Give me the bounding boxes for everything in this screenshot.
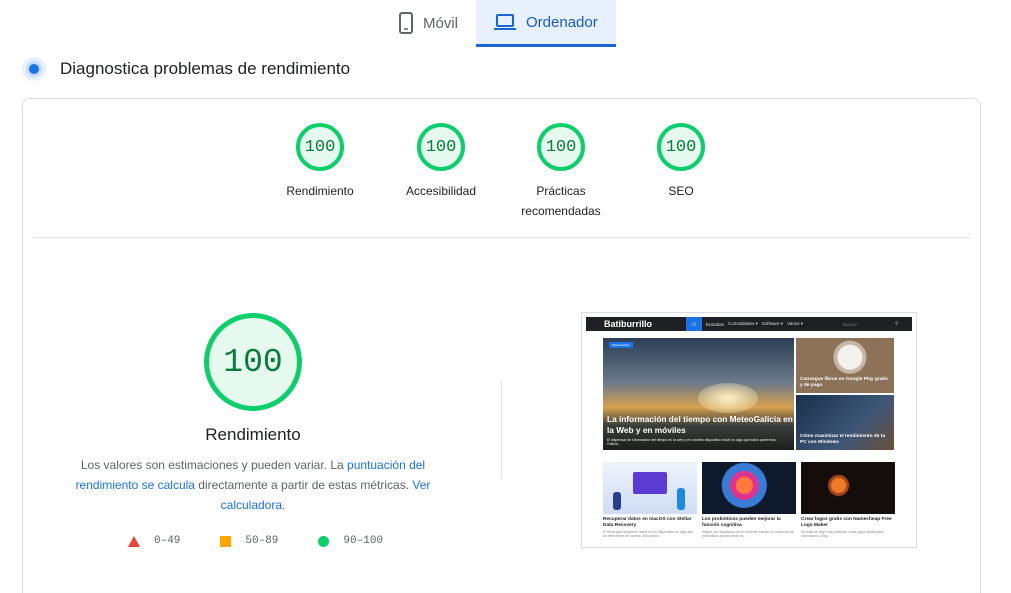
divider <box>33 237 970 238</box>
tab-desktop[interactable]: Ordenador <box>476 0 616 47</box>
thumb-hero: MeteoGalicia La información del tiempo c… <box>603 338 794 450</box>
desc-text: . <box>282 498 286 512</box>
gauge-label: SEO <box>668 184 694 198</box>
thumb-menu-item: Entradas <box>706 321 725 327</box>
thumb-navbar: Batiburrillo ⌂ Entradas Curiosidades ▾ S… <box>586 317 912 331</box>
thumb-card-title: Crear logos gratis con Namecheap Free Lo… <box>801 517 892 528</box>
tab-desktop-label: Ordenador <box>526 13 598 31</box>
tab-mobile[interactable]: Móvil <box>381 0 476 46</box>
thumb-card-title: Los probióticos pueden mejorar la funció… <box>702 517 781 528</box>
thumb-hero-sub: El dispensar de información del tiempo e… <box>607 438 777 446</box>
diagnostics-header: Diagnostica problemas de rendimiento <box>22 57 350 81</box>
gauge-score: 100 <box>537 123 585 171</box>
thumb-side-title: Consegue libros en Google Play gratis y … <box>800 377 888 388</box>
thumb-menu-item: Varios ▾ <box>787 321 804 326</box>
thumb-side-post: Consegue libros en Google Play gratis y … <box>796 338 894 393</box>
legend-range: 90–100 <box>343 535 384 547</box>
thumb-card-image <box>702 462 796 514</box>
thumb-card-text: Según los resultados de un reciente estu… <box>702 530 794 538</box>
vertical-divider <box>501 381 502 479</box>
thumb-menu-item: Software ▾ <box>761 321 784 326</box>
performance-title: Rendimiento <box>205 425 301 444</box>
thumb-card-image <box>603 462 697 514</box>
gauge-score: 100 <box>417 123 465 171</box>
thumb-card-text: Se trata de algo muy habitual, crear log… <box>801 530 884 538</box>
gauge-best-practices[interactable]: 100 Prácticas recomendadas <box>501 123 621 221</box>
fail-triangle-icon <box>128 535 140 547</box>
gauge-score: 100 <box>657 123 705 171</box>
legend-average: 50–89 <box>220 535 278 547</box>
desc-text: directamente a partir de estas métricas. <box>194 478 413 492</box>
thumb-card-title: Recuperar datos en macOS con Stellar Dat… <box>603 517 692 528</box>
score-description: Los valores son estimaciones y pueden va… <box>73 455 433 515</box>
gauge-performance[interactable]: 100 Rendimiento <box>260 123 380 201</box>
legend-range: 50–89 <box>245 535 279 547</box>
thumb-card: Los probióticos pueden mejorar la funció… <box>702 462 796 538</box>
home-icon: ⌂ <box>686 317 702 331</box>
sunset-glow <box>698 383 758 413</box>
thumb-search: Buscar <box>843 321 858 327</box>
legend-range: 0–49 <box>154 535 181 547</box>
legend-fail: 0–49 <box>128 535 180 547</box>
page-title: Diagnostica problemas de rendimiento <box>60 59 351 78</box>
gauge-score: 100 <box>296 123 344 171</box>
thumb-menu-item: Curiosidades ▾ <box>728 321 758 326</box>
pagespeed-report: Móvil Ordenador Diagnostica problemas de… <box>0 0 1011 593</box>
smartphone-icon <box>399 12 413 34</box>
thumb-side-title: Cómo maximizar el rendimiento de tu PC c… <box>800 434 886 445</box>
report-card: 100 Rendimiento 100 Accesibilidad 100 Pr… <box>22 98 981 593</box>
lab-data-icon <box>22 57 46 81</box>
desc-text: Los valores son estimaciones y pueden va… <box>80 458 348 472</box>
gauge-seo[interactable]: 100 SEO <box>621 123 741 201</box>
performance-score-gauge: 100 <box>204 313 302 411</box>
thumb-hero-title: La información del tiempo con MeteoGalic… <box>607 414 793 435</box>
card-bottom-fade <box>23 587 980 593</box>
gauge-label: Rendimiento <box>286 184 354 198</box>
tab-mobile-label: Móvil <box>423 14 459 32</box>
thumb-side-post: Cómo maximizar el rendimiento de tu PC c… <box>796 395 894 450</box>
gauge-accessibility[interactable]: 100 Accesibilidad <box>381 123 501 201</box>
final-screenshot[interactable]: Batiburrillo ⌂ Entradas Curiosidades ▾ S… <box>581 312 917 548</box>
thumb-card-image <box>801 462 895 514</box>
legend-pass: 90–100 <box>318 535 383 547</box>
thumb-brand: Batiburrillo <box>604 319 653 329</box>
thumb-card: Recuperar datos en macOS con Stellar Dat… <box>603 462 697 538</box>
pass-circle-icon <box>318 535 330 547</box>
device-tabs: Móvil Ordenador <box>381 0 616 47</box>
gauge-label: Prácticas recomendadas <box>521 184 601 218</box>
thumb-card: Crear logos gratis con Namecheap Free Lo… <box>801 462 895 538</box>
laptop-icon <box>494 14 517 30</box>
score-legend: 0–49 50–89 90–100 <box>128 535 423 547</box>
thumb-card-text: El tema que recuperar datos en un dispos… <box>603 530 694 538</box>
search-icon: ⚲ <box>895 321 899 327</box>
thumb-badge: MeteoGalicia <box>609 342 633 348</box>
average-square-icon <box>220 535 232 547</box>
gauge-label: Accesibilidad <box>405 184 477 198</box>
